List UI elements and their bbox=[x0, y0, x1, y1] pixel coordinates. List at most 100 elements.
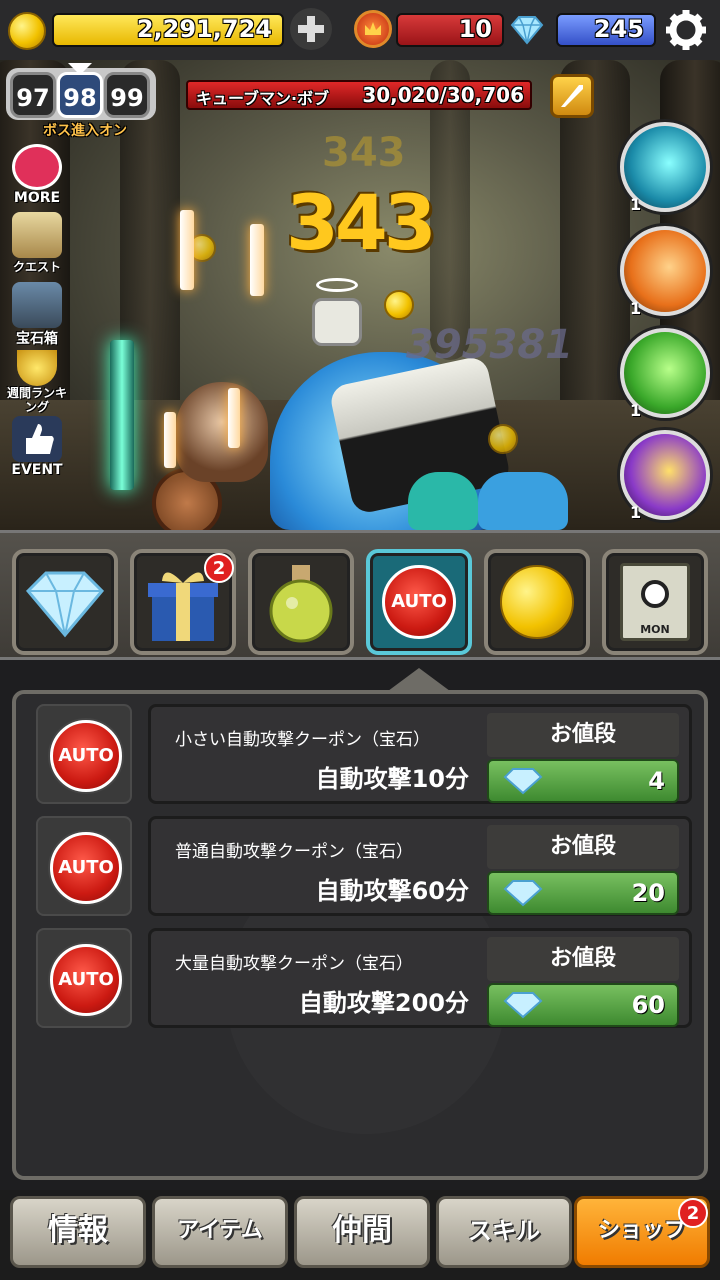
gem-counter: 245 bbox=[556, 13, 656, 47]
dropped-coin-icon bbox=[488, 424, 518, 454]
mon-label: MON bbox=[640, 623, 670, 636]
chest-icon bbox=[12, 282, 62, 328]
halo-icon bbox=[316, 278, 358, 292]
gold-shop-slot[interactable] bbox=[484, 549, 590, 655]
item-title: 大量自動攻撃クーポン（宝石） bbox=[175, 954, 413, 974]
monster-slot[interactable]: MON bbox=[602, 549, 708, 655]
auto-coupon-icon: AUTO bbox=[36, 816, 132, 916]
potion-slot[interactable] bbox=[248, 549, 354, 655]
top-status-bar: 2,291,724 10 245 bbox=[0, 0, 720, 60]
damage-number: 343 bbox=[286, 178, 437, 267]
shop-row: AUTO 普通自動攻撃クーポン（宝石） 自動攻撃60分 お値段 20 bbox=[36, 816, 692, 920]
ally-portrait[interactable]: 1 bbox=[620, 430, 710, 522]
gold-coin-icon bbox=[500, 565, 574, 639]
ally-count: 1 bbox=[630, 195, 642, 214]
shop-row: AUTO 小さい自動攻撃クーポン（宝石） 自動攻撃10分 お値段 4 bbox=[36, 704, 692, 808]
tab-party[interactable]: 仲間 bbox=[294, 1196, 430, 1268]
shop-item-card: 小さい自動攻撃クーポン（宝石） 自動攻撃10分 お値段 4 bbox=[148, 704, 692, 804]
flying-sword bbox=[250, 224, 264, 296]
diamond-icon bbox=[25, 571, 105, 638]
auto-attack-slot[interactable]: AUTO bbox=[366, 549, 472, 655]
gem-box-button[interactable]: 宝石箱 bbox=[4, 282, 70, 348]
boss-entry-toggle[interactable]: ボス進入オン bbox=[20, 120, 150, 140]
boss-hp-bar: キューブマン·ボブ 30,020/30,706 bbox=[186, 80, 532, 110]
ally-count: 1 bbox=[630, 401, 642, 420]
item-description: 自動攻撃60分 bbox=[315, 877, 469, 905]
boss-skip-button[interactable] bbox=[550, 74, 594, 118]
game-screen: 2,291,724 10 245 97 98 99 ボス進入オン キューブマン·… bbox=[0, 0, 720, 1280]
auto-coupon-icon: AUTO bbox=[36, 928, 132, 1028]
quest-button[interactable]: クエスト bbox=[4, 212, 70, 275]
tab-skill[interactable]: スキル bbox=[436, 1196, 572, 1268]
trophy-icon bbox=[17, 350, 57, 386]
gem-icon bbox=[503, 880, 543, 907]
gem-shop-slot[interactable] bbox=[12, 549, 118, 655]
add-gold-button[interactable] bbox=[290, 8, 332, 50]
plus-icon bbox=[298, 16, 324, 42]
damage-number-faded: 343 bbox=[322, 130, 406, 176]
price-value: 4 bbox=[648, 767, 665, 795]
flying-sword bbox=[228, 388, 240, 448]
gem-icon bbox=[510, 16, 544, 45]
auto-coupon-icon: AUTO bbox=[36, 704, 132, 804]
stage-next[interactable]: 99 bbox=[104, 72, 150, 118]
shop-row: AUTO 大量自動攻撃クーポン（宝石） 自動攻撃200分 お値段 60 bbox=[36, 928, 692, 1032]
item-description: 自動攻撃10分 bbox=[315, 765, 469, 793]
boar-icon bbox=[12, 144, 62, 190]
hero-character bbox=[176, 382, 268, 482]
auto-icon: AUTO bbox=[50, 832, 122, 904]
shop-item-card: 普通自動攻撃クーポン（宝石） 自動攻撃60分 お値段 20 bbox=[148, 816, 692, 916]
stage-current[interactable]: 98 bbox=[57, 72, 103, 118]
gear-icon bbox=[666, 10, 706, 50]
auto-icon: AUTO bbox=[50, 944, 122, 1016]
stage-marker-icon bbox=[68, 63, 92, 75]
battle-scene[interactable]: 97 98 99 ボス進入オン キューブマン·ボブ 30,020/30,706 … bbox=[0, 60, 720, 530]
ally-portrait[interactable]: 1 bbox=[620, 122, 710, 214]
potion-icon bbox=[269, 565, 333, 643]
gem-icon bbox=[503, 992, 543, 1019]
flying-sword bbox=[180, 210, 194, 290]
minion-monster bbox=[478, 472, 568, 530]
tab-info[interactable]: 情報 bbox=[10, 1196, 146, 1268]
scroll-icon bbox=[12, 212, 62, 258]
gold-counter: 2,291,724 bbox=[52, 13, 284, 47]
monster-card-icon: MON bbox=[620, 563, 690, 641]
shop-badge: 2 bbox=[678, 1198, 708, 1228]
event-label: EVENT bbox=[11, 462, 63, 478]
item-title: 普通自動攻撃クーポン（宝石） bbox=[175, 842, 413, 862]
item-bar: 2 AUTO MON bbox=[0, 530, 720, 660]
bottom-tab-bar: 情報 アイテム 仲間 スキル ショップ 2 bbox=[0, 1190, 720, 1280]
more-label: MORE bbox=[13, 190, 61, 206]
price-label: お値段 bbox=[487, 825, 679, 869]
tab-item[interactable]: アイテム bbox=[152, 1196, 288, 1268]
weekly-ranking-button[interactable]: 週間ランキング bbox=[4, 350, 70, 414]
buy-button[interactable]: 60 bbox=[487, 983, 679, 1027]
item-description: 自動攻撃200分 bbox=[298, 989, 469, 1017]
event-button[interactable]: EVENT bbox=[4, 416, 70, 478]
item-title: 小さい自動攻撃クーポン（宝石） bbox=[175, 730, 430, 750]
shop-item-card: 大量自動攻撃クーポン（宝石） 自動攻撃200分 お値段 60 bbox=[148, 928, 692, 1028]
crown-level-icon bbox=[354, 10, 392, 48]
weekly-ranking-label: 週間ランキング bbox=[6, 386, 67, 414]
level-counter: 10 bbox=[396, 13, 504, 47]
buy-button[interactable]: 4 bbox=[487, 759, 679, 803]
gift-badge: 2 bbox=[204, 553, 234, 583]
buy-button[interactable]: 20 bbox=[487, 871, 679, 915]
price-value: 60 bbox=[631, 991, 665, 1019]
quest-label: クエスト bbox=[12, 260, 61, 274]
price-label: お値段 bbox=[487, 937, 679, 981]
glowing-sword bbox=[110, 340, 134, 490]
total-damage-number: 395381 bbox=[406, 322, 573, 368]
thumbs-up-icon bbox=[12, 416, 62, 462]
gem-icon bbox=[503, 768, 543, 795]
more-button[interactable]: MORE bbox=[4, 144, 70, 206]
ally-count: 1 bbox=[630, 299, 642, 318]
stage-prev[interactable]: 97 bbox=[10, 72, 56, 118]
ally-portrait[interactable]: 1 bbox=[620, 328, 710, 420]
price-value: 20 bbox=[631, 879, 665, 907]
skull-ghost bbox=[312, 298, 362, 346]
ally-count: 1 bbox=[630, 503, 642, 522]
sword-icon bbox=[561, 85, 583, 107]
ally-portrait[interactable]: 1 bbox=[620, 226, 710, 318]
settings-button[interactable] bbox=[662, 6, 710, 54]
